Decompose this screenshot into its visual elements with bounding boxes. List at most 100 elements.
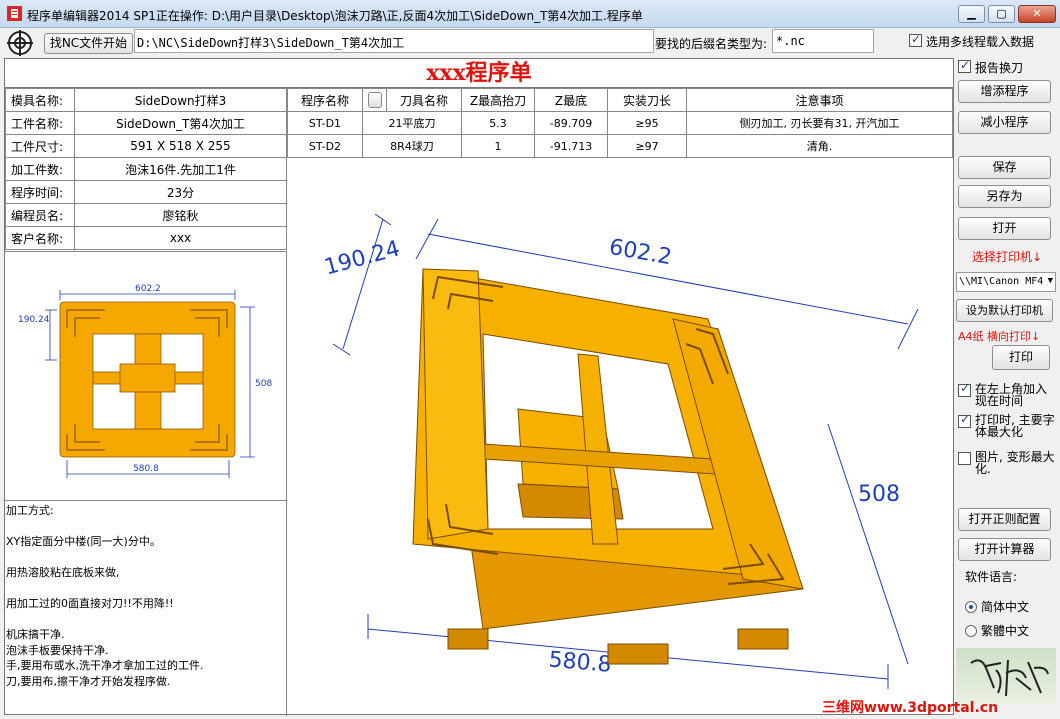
cell-notes[interactable]: 侧刃加工, 刃长要有31, 开汽加工 (686, 111, 953, 135)
table-row[interactable]: ST-D1 21平底刀 5.3 -89.709 ≥95 侧刃加工, 刃长要有31… (287, 111, 953, 135)
ext-input[interactable]: *.nc (772, 29, 874, 53)
col-header-z-min: Z最底 (534, 88, 608, 112)
crosshair-icon[interactable] (7, 30, 33, 56)
close-button[interactable]: ✕ (1018, 5, 1056, 23)
top-dim-label-large: 602.2 (607, 235, 673, 271)
checkbox-mark (958, 382, 971, 397)
top-dim-label: 602.2 (135, 284, 161, 294)
open-calculator-button[interactable]: 打开计算器 (958, 538, 1051, 561)
language-label: 软件语言: (965, 570, 1018, 584)
print-button[interactable]: 打印 (992, 345, 1050, 370)
info-row: 程序时间: 23分 (5, 180, 287, 204)
info-value[interactable]: SideDown_T第4次加工 (74, 111, 287, 135)
add-time-checkbox[interactable]: 在左上角加入现在时间 (958, 382, 1056, 407)
info-key: 程序时间: (5, 180, 75, 204)
radio-dot (965, 600, 977, 613)
add-program-button[interactable]: 增添程序 (958, 80, 1051, 103)
report-wrap-checkbox[interactable]: 报告换刀 (958, 58, 1023, 76)
sort-button[interactable] (367, 92, 382, 108)
info-row: 模具名称: SideDown打样3 (5, 88, 287, 112)
lang-simplified-radio[interactable]: 简体中文 (965, 598, 1029, 615)
cell-program-name[interactable]: ST-D2 (287, 134, 363, 158)
open-regex-button[interactable]: 打开正则配置 (958, 508, 1051, 531)
col-header-program-name: 程序名称 (287, 88, 363, 112)
left-dim-label-large: 190.24 (322, 236, 403, 280)
paper-orientation-label: A4纸 横向打印↓ (958, 330, 1041, 343)
program-table: 程序名称 刀具名称 Z最高抬刀 Z最底 实装刀长 注意事项 ST-D1 21平底… (287, 88, 953, 158)
max-font-checkbox[interactable]: 打印时, 主要字体最大化 (958, 413, 1056, 439)
cell-tool-name[interactable]: 21平底刀 (362, 111, 462, 135)
info-value[interactable]: 591 X 518 X 255 (74, 134, 287, 158)
printer-select[interactable]: \\MI\Canon MF4 ▼ (956, 272, 1056, 292)
lang-traditional-label: 繁體中文 (981, 624, 1030, 638)
right-dim-label-large: 508 (858, 482, 900, 507)
checkbox-mark (909, 32, 922, 47)
info-key: 工件尺寸: (5, 134, 75, 158)
info-value[interactable]: xxx (74, 226, 287, 250)
signature-logo (956, 648, 1056, 704)
info-row: 客户名称: xxx (5, 226, 287, 250)
table-header-row: 程序名称 刀具名称 Z最高抬刀 Z最底 实装刀长 注意事项 (287, 88, 953, 112)
max-font-label: 打印时, 主要字体最大化 (975, 413, 1055, 439)
info-key: 客户名称: (5, 226, 75, 250)
info-value[interactable]: SideDown打样3 (74, 88, 287, 112)
save-button[interactable]: 保存 (958, 156, 1051, 179)
main-part-image[interactable]: 602.2 190.24 508 580.8 (288, 159, 952, 714)
find-nc-button[interactable]: 找NC文件开始 (44, 33, 133, 54)
multi-thread-label: 选用多线程载入数据 (926, 35, 1035, 49)
watermark-text: 三维网www.3dportal.cn (822, 700, 999, 716)
minimize-button[interactable]: ▁ (958, 5, 985, 23)
col-header-tool-name: 刀具名称 (386, 88, 462, 112)
ext-label: 要找的后缀名类型为: (655, 37, 768, 51)
cell-tool-name[interactable]: 8R4球刀 (362, 134, 462, 158)
title-bar: 程序单编辑器2014 SP1正在操作: D:\用户目录\Desktop\泡沫刀路… (0, 0, 1060, 28)
app-icon (7, 6, 22, 21)
cell-program-name[interactable]: ST-D1 (287, 111, 363, 135)
info-key: 模具名称: (5, 88, 75, 112)
process-notes[interactable]: 加工方式: XY指定面分中楼(同一大)分中。 用热溶胶粘在底板来做, 用加工过的… (5, 499, 287, 716)
open-button[interactable]: 打开 (958, 217, 1051, 240)
cell-z-max[interactable]: 1 (461, 134, 535, 158)
info-key: 编程员名: (5, 203, 75, 227)
bottom-dim-label: 580.8 (133, 464, 159, 474)
info-value[interactable]: 廖铭秋 (74, 203, 287, 227)
program-sheet: xxx程序单 模具名称: SideDown打样3 工件名称: SideDown_T第… (4, 58, 954, 716)
cell-z-min[interactable]: -89.709 (534, 111, 608, 135)
info-row: 工件名称: SideDown_T第4次加工 (5, 111, 287, 135)
checkbox-mark (958, 58, 971, 73)
cell-notes[interactable]: 清角. (686, 134, 953, 158)
picture-max-checkbox[interactable]: 图片, 变形最大化. (958, 451, 1056, 475)
signature-icon (970, 659, 1049, 697)
info-table: 模具名称: SideDown打样3 工件名称: SideDown_T第4次加工 工件… (5, 88, 287, 250)
cell-z-max[interactable]: 5.3 (461, 111, 535, 135)
info-value[interactable]: 泡沫16件.先加工1件 (74, 157, 287, 181)
right-dim-label: 508 (255, 379, 272, 389)
checkbox-mark (958, 413, 971, 428)
table-row[interactable]: ST-D2 8R4球刀 1 -91.713 ≥97 清角. (287, 134, 953, 158)
top-view-drawing: 602.2 190.24 508 580.8 (18, 284, 272, 478)
cell-tool-length[interactable]: ≥97 (607, 134, 687, 158)
cell-z-min[interactable]: -91.713 (534, 134, 608, 158)
cell-tool-length[interactable]: ≥95 (607, 111, 687, 135)
col-header-z-max: Z最高抬刀 (461, 88, 535, 112)
set-default-printer-button[interactable]: 设为默认打印机 (956, 299, 1053, 322)
picture-max-label: 图片, 变形最大化. (975, 450, 1055, 476)
isometric-drawing: 602.2 190.24 508 580.8 (322, 213, 919, 689)
lang-traditional-radio[interactable]: 繁體中文 (965, 622, 1029, 639)
printer-select-value: \\MI\Canon MF4 (959, 276, 1044, 287)
maximize-button[interactable]: ▢ (988, 5, 1015, 23)
info-row: 工件尺寸: 591 X 518 X 255 (5, 134, 287, 158)
info-value[interactable]: 23分 (74, 180, 287, 204)
nc-path-input[interactable]: D:\NC\SideDown打样3\SideDown_T第4次加工 (134, 29, 654, 53)
top-view-image[interactable]: 602.2 190.24 508 580.8 (5, 251, 287, 501)
window-title: 程序单编辑器2014 SP1正在操作: D:\用户目录\Desktop\泡沫刀路… (27, 9, 643, 23)
col-header-sort[interactable] (362, 88, 387, 112)
toolbar: 找NC文件开始 D:\NC\SideDown打样3\SideDown_T第4次加… (0, 28, 1060, 58)
info-key: 工件名称: (5, 111, 75, 135)
save-as-button[interactable]: 另存为 (958, 185, 1051, 208)
info-row: 编程员名: 廖铭秋 (5, 203, 287, 227)
bottom-dim-label-large: 580.8 (548, 647, 613, 677)
info-row: 加工件数: 泡沫16件.先加工1件 (5, 157, 287, 181)
remove-program-button[interactable]: 减小程序 (958, 111, 1051, 134)
multi-thread-checkbox[interactable]: 选用多线程载入数据 (909, 32, 1035, 50)
